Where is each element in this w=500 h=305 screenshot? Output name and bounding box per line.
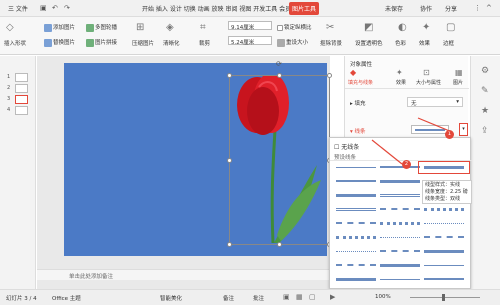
smart-beautify-button[interactable]: 智能美化 xyxy=(160,294,182,302)
annotation-arrows xyxy=(371,117,453,165)
arrow-1 xyxy=(417,117,453,133)
play-icon[interactable]: ▶ xyxy=(330,293,335,301)
zoom-slider[interactable] xyxy=(410,297,480,298)
slide-count: 幻灯片 3 / 4 xyxy=(6,296,37,302)
zoom-level[interactable]: 100% xyxy=(375,294,391,300)
notes-button[interactable]: 备注 xyxy=(223,294,234,302)
normal-view-icon[interactable]: ▣ xyxy=(283,293,290,301)
status-bar: 幻灯片 3 / 4 Office 主题 智能美化 备注 批注 ▣ ▦ ▢ ▶ 1… xyxy=(0,289,500,305)
arrow-2 xyxy=(371,139,403,165)
reading-view-icon[interactable]: ▢ xyxy=(309,293,316,301)
comments-button[interactable]: 批注 xyxy=(253,294,264,302)
theme-name[interactable]: Office 主题 xyxy=(52,294,81,302)
sorter-view-icon[interactable]: ▦ xyxy=(296,293,303,301)
zoom-slider-thumb[interactable] xyxy=(442,294,445,301)
